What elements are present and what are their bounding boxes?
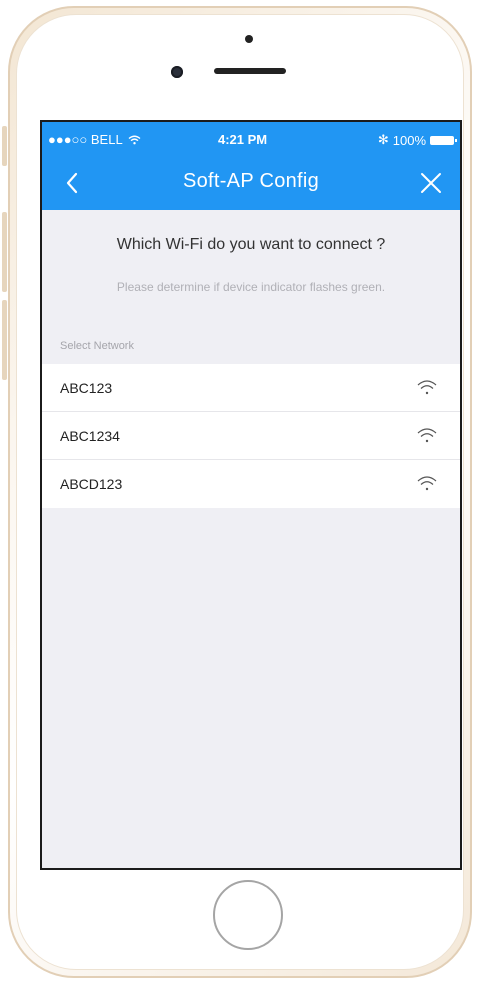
battery-icon [430,135,457,145]
hint-text: Please determine if device indicator fla… [116,280,386,294]
network-list: ABC123 ABC1234 ABCD123 [42,364,460,508]
wifi-icon [417,380,437,395]
mute-switch [2,126,7,166]
battery-info: ✻ 100% [377,132,457,148]
front-camera [171,66,183,78]
wifi-status-icon [128,135,141,145]
carrier-name: BELL [90,132,123,147]
network-name: ABCD123 [60,476,123,492]
page-title: Soft-AP Config [182,170,320,192]
volume-down-button [2,300,7,380]
close-icon[interactable] [416,168,446,198]
wifi-icon [417,476,437,491]
earpiece-speaker [214,68,286,74]
wifi-icon [417,428,437,443]
network-name: ABC1234 [60,428,120,444]
status-time: 4:21 PM [218,132,268,147]
network-row[interactable]: ABC123 [42,364,460,412]
section-label: Select Network [60,340,134,352]
network-row[interactable]: ABCD123 [42,460,460,508]
home-button[interactable] [213,880,283,950]
network-row[interactable]: ABC1234 [42,412,460,460]
status-bar: ●●●○○ BELL 4:21 PM ✻ 100% [42,122,460,156]
main-content: Which Wi-Fi do you want to connect ? Ple… [42,210,460,868]
volume-up-button [2,212,7,292]
question-heading: Which Wi-Fi do you want to connect ? [116,236,386,253]
bluetooth-icon: ✻ [377,132,389,147]
battery-percent: 100% [392,132,426,148]
signal-strength: ●●●○○ [48,132,88,147]
navigation-bar: Soft-AP Config [42,156,460,210]
network-name: ABC123 [60,380,113,396]
proximity-sensor [245,35,253,43]
carrier-info: ●●●○○ BELL [48,132,141,147]
phone-screen: ●●●○○ BELL 4:21 PM ✻ 100% Soft-AP Config… [40,120,462,870]
